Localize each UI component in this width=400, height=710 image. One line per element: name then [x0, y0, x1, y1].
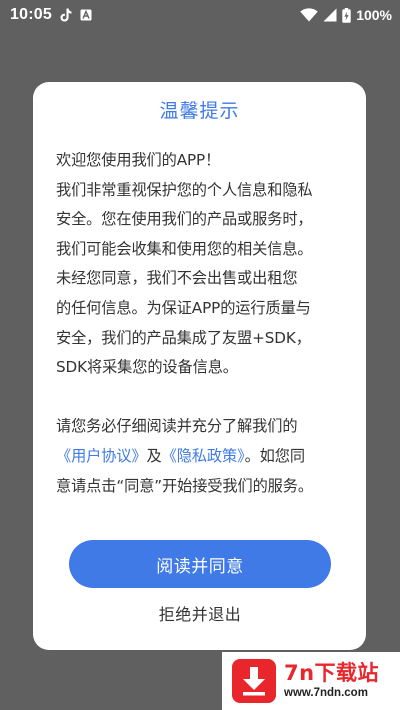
body-line: 意请点击“同意”开始接受我们的服务。 [56, 476, 313, 495]
body-line: 请您务必仔细阅读并充分了解我们的 [56, 417, 298, 436]
body-line: 我们非常重视保护您的个人信息和隐私 [56, 180, 313, 199]
body-line-with-links: 《用户协议》及《隐私政策》。如您同 [56, 442, 356, 472]
body-line: 的任何信息。为保证APP的运行质量与 [56, 298, 311, 317]
tiktok-icon [60, 8, 72, 22]
download-logo-icon [232, 659, 276, 703]
status-bar-right: 100% [300, 7, 392, 23]
watermark-brand: 7n下载站 [284, 661, 380, 685]
status-bar-left: 10:05 [10, 6, 92, 24]
watermark-text: 7n下载站 www.7ndn.com [284, 661, 379, 701]
battery-charging-icon [342, 7, 351, 23]
battery-percentage: 100% [356, 7, 392, 23]
body-line: 欢迎您使用我们的APP！ [56, 151, 221, 169]
dialog-body: 欢迎您使用我们的APP！ 我们非常重视保护您的个人信息和隐私 安全。您在使用我们… [56, 146, 356, 501]
body-line: 安全。您在使用我们的产品或服务时， [56, 210, 313, 229]
body-line: SDK将采集您的设备信息。 [56, 358, 238, 377]
status-time: 10:05 [10, 6, 52, 23]
body-line: 安全，我们的产品集成了友盟+SDK， [56, 328, 311, 347]
watermark: 7n下载站 www.7ndn.com [222, 652, 400, 710]
user-agreement-link[interactable]: 《用户协议》 [56, 447, 147, 465]
watermark-url: www.7ndn.com [284, 687, 368, 699]
agree-button[interactable]: 阅读并同意 [69, 540, 331, 588]
privacy-dialog: 温馨提示 欢迎您使用我们的APP！ 我们非常重视保护您的个人信息和隐私 安全。您… [33, 82, 366, 650]
dialog-title: 温馨提示 [159, 100, 240, 122]
reject-exit-button[interactable]: 拒绝并退出 [69, 594, 331, 632]
notification-a-icon [80, 9, 92, 21]
conjunction-text: 及 [146, 446, 162, 465]
signal-icon [323, 8, 337, 22]
status-bar: 10:05 100% [0, 0, 400, 30]
body-text-tail: 。如您同 [244, 446, 305, 465]
privacy-policy-link[interactable]: 《隐私政策》 [162, 447, 245, 465]
body-line: 未经您同意，我们不会出售或出租您 [56, 269, 298, 288]
body-line: 我们可能会收集和使用您的相关信息。 [56, 239, 313, 258]
wifi-icon [300, 8, 318, 22]
